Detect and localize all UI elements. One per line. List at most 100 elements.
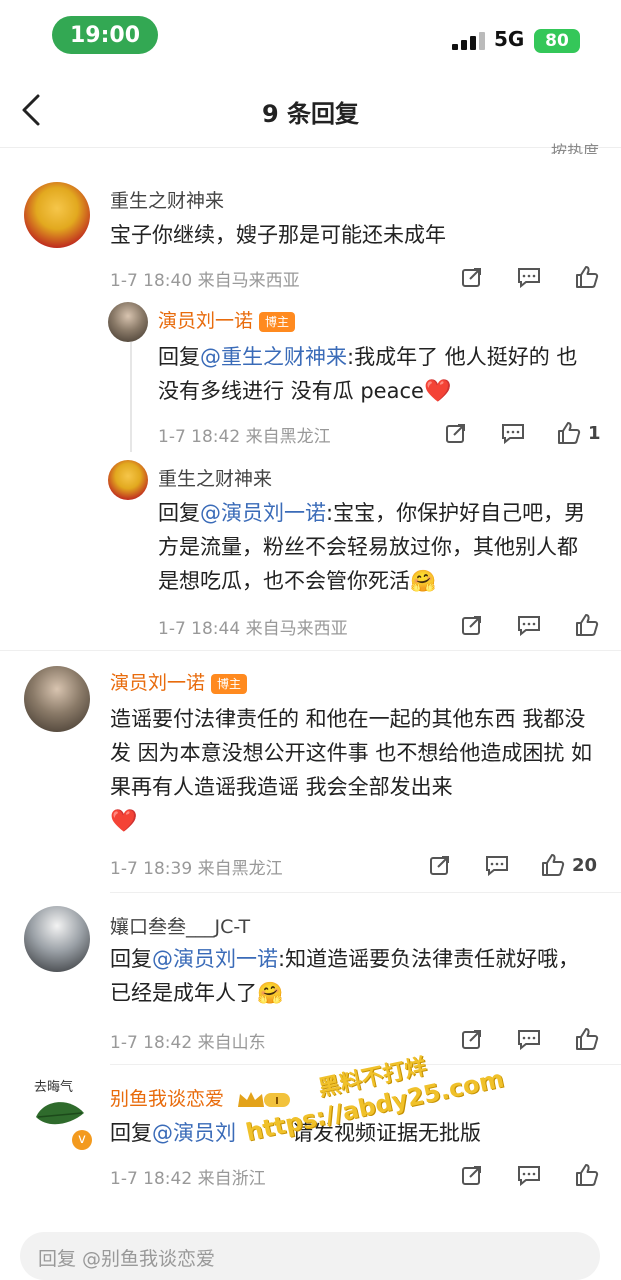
avatar[interactable] [108,302,148,342]
share-icon [462,1166,481,1185]
commenter-name[interactable]: 重生之财神来 [158,464,272,491]
share-button[interactable] [428,853,452,877]
page-title: 9 条回复 [261,100,360,128]
heart-emoji: ❤️ [423,379,452,404]
comment-icon [518,268,540,289]
battery-indicator: 80 [534,29,580,53]
svg-text:I: I [275,1096,279,1107]
avatar[interactable] [24,182,90,248]
share-button[interactable] [460,1027,484,1051]
mention-link[interactable]: @重生之财神来 [200,345,347,369]
share-icon [430,856,449,875]
comment-meta: 1-7 18:40 来自马来西亚 [110,271,300,291]
share-button[interactable] [460,1163,484,1187]
like-button[interactable]: 1 [556,420,601,446]
sort-toggle[interactable]: 按热度 [551,138,599,154]
signal-icon [452,32,488,50]
reply-prefix: 回复 [110,1121,152,1145]
like-button[interactable] [574,1162,600,1188]
mention-link[interactable]: @演员刘 [152,1121,236,1145]
divider [110,892,621,893]
comment-item: 去晦气 v 别鱼我谈恋爱 I 回复@演员刘 请发视频证据无批版 1-7 18:42… [0,1068,621,1218]
reply-input[interactable]: 回复 @别鱼我谈恋爱 [20,1232,600,1280]
comment-actions [460,1162,600,1188]
comment-button[interactable] [500,421,526,445]
thumbs-up-icon [576,266,599,288]
leaf-icon [36,1102,84,1125]
reply-prefix: 回复 [158,501,200,525]
like-count: 1 [588,422,601,444]
comment-meta: 1-7 18:42 来自山东 [110,1033,266,1053]
blogger-badge: 博主 [259,311,296,332]
comment-button[interactable] [516,1163,542,1187]
comment-button[interactable] [516,1027,542,1051]
reply-item: 重生之财神来 回复@演员刘一诺:宝宝，你保护好自己吧，男方是流量，粉丝不会轻易放… [0,458,621,648]
share-button[interactable] [444,421,468,445]
like-button[interactable] [574,264,600,290]
commenter-name-text: 演员刘一诺 [110,672,206,694]
reply-item: 演员刘一诺 博主 回复@重生之财神来:我成年了 他人挺好的 也没有多线进行 没有瓜… [0,298,621,458]
nav-bar: 9 条回复 [0,72,621,148]
share-icon [446,424,465,443]
comment-button[interactable] [516,613,542,637]
comment-text: 回复@演员刘一诺:宝宝，你保护好自己吧，男方是流量，粉丝不会轻易放过你，其他别人… [158,496,598,598]
share-icon [462,1030,481,1049]
comment-actions: 20 [428,852,597,878]
status-bar: 19:00 5G 80 [0,0,621,72]
reply-body: 请发视频证据无批版 [292,1121,481,1145]
comment-item: 演员刘一诺 博主 造谣要付法律责任的 和他在一起的其他东西 我都没发 因为本意没想… [0,656,621,892]
avatar[interactable] [24,666,90,732]
mention-link[interactable]: @演员刘一诺 [152,947,278,971]
comment-actions [460,612,600,638]
share-button[interactable] [460,613,484,637]
hug-emoji: 🤗 [257,981,284,1005]
comment-actions [460,1026,600,1052]
comment-icon [502,424,524,445]
avatar[interactable] [108,460,148,500]
divider [110,1064,621,1065]
reply-placeholder: 回复 @别鱼我谈恋爱 [38,1248,216,1270]
comment-meta: 1-7 18:42 来自浙江 [110,1169,266,1189]
comment-button[interactable] [484,853,510,877]
commenter-name[interactable]: 演员刘一诺 博主 [158,306,296,333]
comment-icon [518,616,540,637]
comment-icon [518,1030,540,1051]
heart-emoji: ❤️ [110,809,138,834]
thumbs-up-icon [542,854,565,876]
share-button[interactable] [460,265,484,289]
comment-text: 造谣要付法律责任的 和他在一起的其他东西 我都没发 因为本意没想公开这件事 也不… [110,702,600,839]
comment-actions: 1 [444,420,601,446]
crown-icon: I [238,1091,291,1107]
hug-emoji: 🤗 [410,569,437,593]
comment-item: 孃口叁叁___JC-T 回复@演员刘一诺:知道造谣要负法律责任就好哦，已经是成年… [0,896,621,1056]
comment-icon [518,1166,540,1187]
divider [0,650,621,651]
like-button[interactable] [574,612,600,638]
status-time: 19:00 [52,16,158,54]
comment-meta: 1-7 18:39 来自黑龙江 [110,859,283,879]
blogger-badge: 博主 [211,673,248,694]
reply-prefix: 回复 [158,345,200,369]
avatar[interactable] [24,906,90,972]
like-button[interactable] [574,1026,600,1052]
comment-icon [486,856,508,877]
commenter-name[interactable]: 别鱼我谈恋爱 I [110,1084,292,1111]
comment-button[interactable] [516,265,542,289]
comment-actions [460,264,600,290]
comment-item: 重生之财神来 宝子你继续，嫂子那是可能还未成年 1-7 18:40 来自马来西亚 [0,170,621,310]
commenter-name[interactable]: 孃口叁叁___JC-T [110,912,250,939]
network-label: 5G [494,27,525,51]
comment-meta: 1-7 18:42 来自黑龙江 [158,427,331,447]
comment-body: 造谣要付法律责任的 和他在一起的其他东西 我都没发 因为本意没想公开这件事 也不… [110,707,593,799]
commenter-name[interactable]: 演员刘一诺 博主 [110,668,248,695]
thumbs-up-icon [576,1028,599,1050]
reply-prefix: 回复 [110,947,152,971]
commenter-name-text: 演员刘一诺 [158,310,254,332]
share-icon [462,616,481,635]
commenter-name-text: 别鱼我谈恋爱 [110,1088,225,1110]
like-button[interactable]: 20 [540,852,597,878]
commenter-name[interactable]: 重生之财神来 [110,186,224,213]
avatar-caption: 去晦气 [34,1080,74,1095]
like-count: 20 [572,854,598,876]
mention-link[interactable]: @演员刘一诺 [200,501,326,525]
